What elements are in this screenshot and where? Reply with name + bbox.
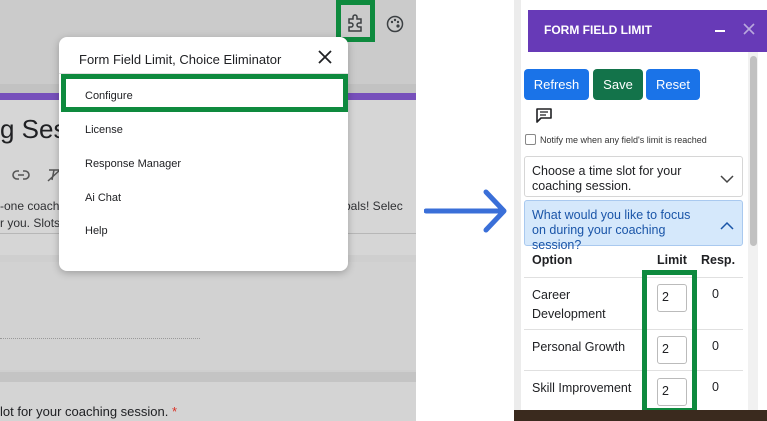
chevron-up-icon[interactable] [720, 218, 734, 230]
panel-scrollbar-thumb[interactable] [750, 56, 757, 246]
addon-menu-title: Form Field Limit, Choice Eliminator [79, 52, 282, 67]
response-count: 0 [712, 287, 719, 301]
menu-item-ai-chat[interactable]: Ai Chat [85, 192, 121, 204]
forms-editor-background: g Sess -one coach r goals! Selec r you. … [0, 0, 416, 421]
menu-item-license[interactable]: License [85, 124, 123, 136]
question-card-empty [0, 262, 416, 370]
form-description-left: -one coach [0, 199, 60, 213]
close-icon[interactable] [316, 48, 334, 66]
question-text: What would you like to focus on during y… [532, 208, 691, 252]
chat-icon[interactable] [535, 107, 553, 123]
question-text: lot for your coaching session. [0, 404, 169, 419]
response-count: 0 [712, 380, 719, 394]
column-header-limit: Limit [657, 253, 687, 267]
option-label: Career Development [532, 288, 606, 321]
right-arrow-icon [423, 186, 510, 236]
puzzle-highlight-box [336, 0, 375, 42]
chevron-down-icon[interactable] [720, 171, 734, 184]
required-asterisk: * [172, 404, 178, 419]
answer-placeholder-line [0, 338, 200, 339]
configure-highlight-box [61, 74, 348, 112]
close-icon[interactable] [741, 21, 757, 37]
addon-menu: Form Field Limit, Choice Eliminator Conf… [59, 37, 348, 271]
table-divider [524, 277, 743, 278]
notify-option[interactable]: Notify me when any field's limit is reac… [525, 134, 707, 145]
question-text: Choose a time slot for your coaching ses… [532, 164, 682, 193]
table-divider [524, 370, 743, 371]
form-description-line2: r you. Slots [0, 216, 61, 230]
notify-checkbox[interactable] [525, 134, 536, 145]
panel-header: FORM FIELD LIMIT [528, 10, 767, 52]
palette-icon[interactable] [384, 13, 406, 35]
column-header-responses: Resp. [701, 253, 736, 267]
option-label: Personal Growth [532, 340, 626, 354]
reset-button[interactable]: Reset [646, 69, 700, 100]
background-strip [514, 410, 767, 421]
section-divider [0, 372, 416, 382]
question-accordion-time-slot[interactable]: Choose a time slot for your coaching ses… [524, 156, 743, 197]
minimize-icon[interactable] [715, 30, 725, 32]
menu-item-response-manager[interactable]: Response Manager [85, 158, 181, 170]
limit-column-highlight-box [642, 270, 697, 413]
response-count: 0 [712, 339, 719, 353]
question-title[interactable]: lot for your coaching session. * [0, 404, 177, 419]
column-header-option: Option [532, 253, 573, 267]
table-divider [524, 329, 743, 330]
link-icon[interactable] [10, 164, 32, 186]
screenshot-stage: g Sess -one coach r goals! Selec r you. … [0, 0, 767, 421]
option-label: Skill Improvement [532, 381, 632, 395]
menu-item-help[interactable]: Help [85, 225, 108, 237]
question-accordion-focus[interactable]: What would you like to focus on during y… [524, 200, 743, 252]
panel-title: FORM FIELD LIMIT [544, 23, 652, 37]
save-button[interactable]: Save [593, 69, 643, 100]
refresh-button[interactable]: Refresh [524, 69, 589, 100]
notify-label: Notify me when any field's limit is reac… [540, 134, 707, 145]
